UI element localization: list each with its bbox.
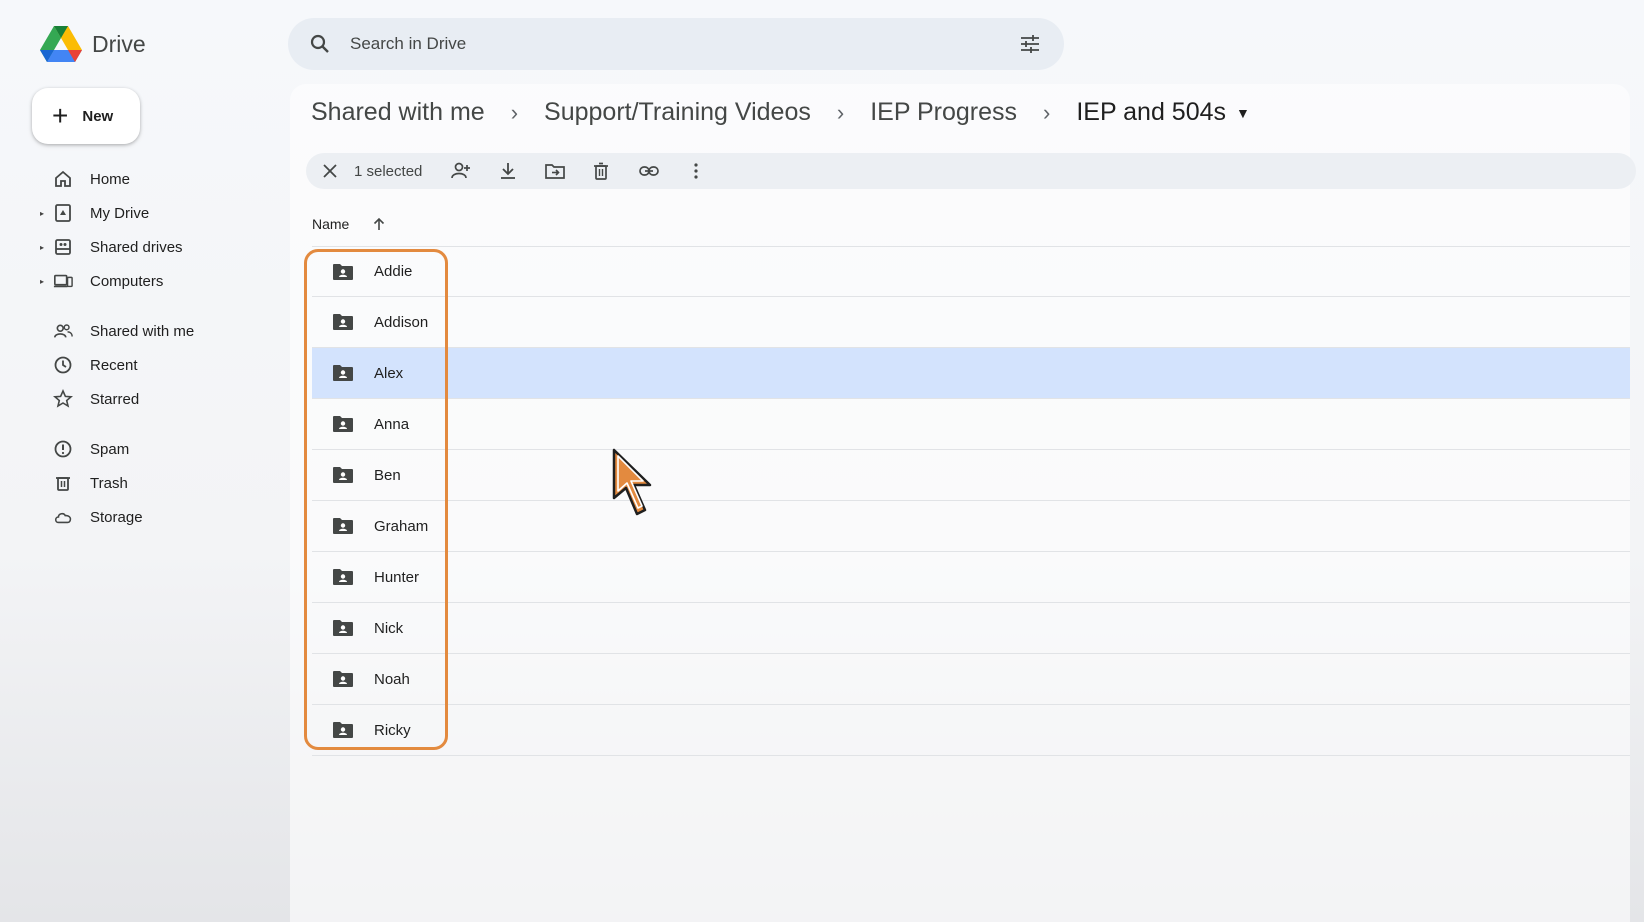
sidebar-item-label: My Drive	[90, 204, 150, 222]
sidebar-item-home[interactable]: Home	[40, 164, 280, 194]
expand-caret-icon[interactable]: ▸	[40, 209, 50, 218]
file-name: Ben	[374, 466, 401, 484]
link-icon[interactable]	[638, 160, 660, 182]
shared-folder-icon	[333, 467, 353, 483]
sidebar-item-shared-drives[interactable]: ▸ Shared drives	[40, 232, 280, 262]
sidebar-item-label: Trash	[90, 474, 128, 492]
breadcrumb-item[interactable]: IEP Progress	[870, 98, 1017, 127]
file-row[interactable]: Addison	[312, 297, 1630, 348]
file-row[interactable]: Ben	[312, 450, 1630, 501]
sidebar-item-label: Recent	[90, 356, 138, 374]
sidebar-item-computers[interactable]: ▸ Computers	[40, 266, 280, 296]
file-row[interactable]: Nick	[312, 603, 1630, 654]
search-input[interactable]: Search in Drive	[350, 34, 466, 54]
file-name: Addie	[374, 263, 413, 280]
shared-with-me-icon	[50, 320, 76, 342]
chevron-right-icon: ›	[836, 99, 845, 125]
file-name: Addison	[374, 313, 429, 331]
shared-folder-icon	[333, 365, 353, 381]
sidebar-item-label: Spam	[90, 440, 130, 458]
breadcrumb: Shared with me › Support/Training Videos…	[311, 98, 1250, 127]
sidebar-item-spam[interactable]: Spam	[40, 434, 280, 464]
sidebar-item-label: Shared with me	[90, 322, 195, 340]
drive-logo-icon	[40, 26, 82, 62]
trash-icon[interactable]	[590, 160, 612, 182]
column-header-name[interactable]: Name	[312, 216, 387, 232]
sidebar: Drive + New Home ▸ My Drive ▸ Shared dri…	[0, 0, 290, 922]
sidebar-item-label: Shared drives	[90, 238, 183, 256]
selection-toolbar: 1 selected	[306, 153, 1636, 189]
file-name: Alex	[374, 364, 404, 382]
drive-app: Drive + New Home ▸ My Drive ▸ Shared dri…	[0, 0, 1644, 922]
my-drive-icon	[50, 202, 76, 224]
file-row[interactable]: Anna	[312, 399, 1630, 450]
column-label: Name	[312, 216, 350, 232]
shared-drives-icon	[50, 236, 76, 258]
spam-icon	[50, 438, 76, 460]
download-icon[interactable]	[497, 160, 519, 182]
sidebar-item-starred[interactable]: Starred	[40, 384, 280, 414]
breadcrumb-current-folder[interactable]: IEP and 504s	[1076, 98, 1226, 127]
sidebar-item-storage[interactable]: Storage	[40, 502, 280, 532]
shared-folder-icon	[333, 671, 353, 687]
file-row[interactable]: Hunter	[312, 552, 1630, 603]
pointer-cursor-icon	[612, 448, 652, 516]
file-name: Hunter	[374, 568, 420, 586]
shared-folder-icon	[333, 314, 353, 330]
shared-folder-icon	[333, 569, 353, 585]
move-icon[interactable]	[544, 160, 566, 182]
search-options-icon[interactable]	[1018, 32, 1042, 56]
new-button[interactable]: + New	[32, 88, 140, 144]
file-name: Graham	[374, 517, 429, 535]
computers-icon	[50, 270, 76, 292]
file-name: Nick	[374, 619, 404, 637]
sidebar-item-label: Storage	[90, 508, 143, 526]
file-name: Noah	[374, 670, 410, 688]
sidebar-item-label: Starred	[90, 390, 140, 408]
shared-folder-icon	[333, 722, 353, 738]
more-vert-icon[interactable]	[685, 160, 707, 182]
file-row[interactable]: Alex	[312, 348, 1630, 399]
clear-selection-icon[interactable]	[320, 161, 340, 181]
sidebar-item-recent[interactable]: Recent	[40, 350, 280, 380]
expand-caret-icon[interactable]: ▸	[40, 243, 50, 252]
file-row[interactable]: Graham	[312, 501, 1630, 552]
sidebar-item-label: Computers	[90, 272, 164, 290]
sidebar-item-label: Home	[90, 170, 131, 188]
expand-caret-icon[interactable]: ▸	[40, 277, 50, 286]
chevron-right-icon: ›	[1043, 99, 1051, 125]
file-name: Anna	[374, 415, 410, 433]
dropdown-caret-icon[interactable]: ▼	[1236, 105, 1250, 121]
file-list: Addie Addison Alex Anna Ben Graham Hunter Nick N…	[312, 246, 1630, 756]
shared-folder-icon	[333, 263, 353, 280]
breadcrumb-item[interactable]: Support/Training Videos	[544, 98, 811, 127]
sidebar-item-trash[interactable]: Trash	[40, 468, 280, 498]
app-name: Drive	[92, 30, 146, 57]
sort-ascending-icon[interactable]	[371, 216, 387, 232]
file-row[interactable]: Noah	[312, 654, 1630, 705]
new-button-label: New	[82, 107, 114, 125]
search-bar[interactable]: Search in Drive	[288, 18, 1064, 70]
sidebar-item-shared-with-me[interactable]: Shared with me	[40, 316, 280, 346]
share-icon[interactable]	[450, 160, 472, 182]
selection-count: 1 selected	[354, 163, 423, 180]
drive-logo[interactable]: Drive	[40, 26, 146, 62]
file-row[interactable]: Ricky	[312, 705, 1630, 756]
sidebar-item-my-drive[interactable]: ▸ My Drive	[40, 198, 280, 228]
star-icon	[50, 388, 76, 410]
search-icon[interactable]	[308, 32, 332, 56]
shared-folder-icon	[333, 518, 353, 534]
clock-icon	[50, 354, 76, 376]
trash-icon	[50, 472, 76, 494]
shared-folder-icon	[333, 620, 353, 636]
cloud-icon	[50, 506, 76, 528]
chevron-right-icon: ›	[510, 99, 519, 125]
shared-folder-icon	[333, 416, 353, 432]
file-row[interactable]: Addie	[312, 246, 1630, 297]
breadcrumb-item[interactable]: Shared with me	[311, 98, 485, 127]
file-name: Ricky	[374, 721, 411, 739]
home-icon	[50, 168, 76, 190]
plus-icon: +	[52, 100, 69, 131]
